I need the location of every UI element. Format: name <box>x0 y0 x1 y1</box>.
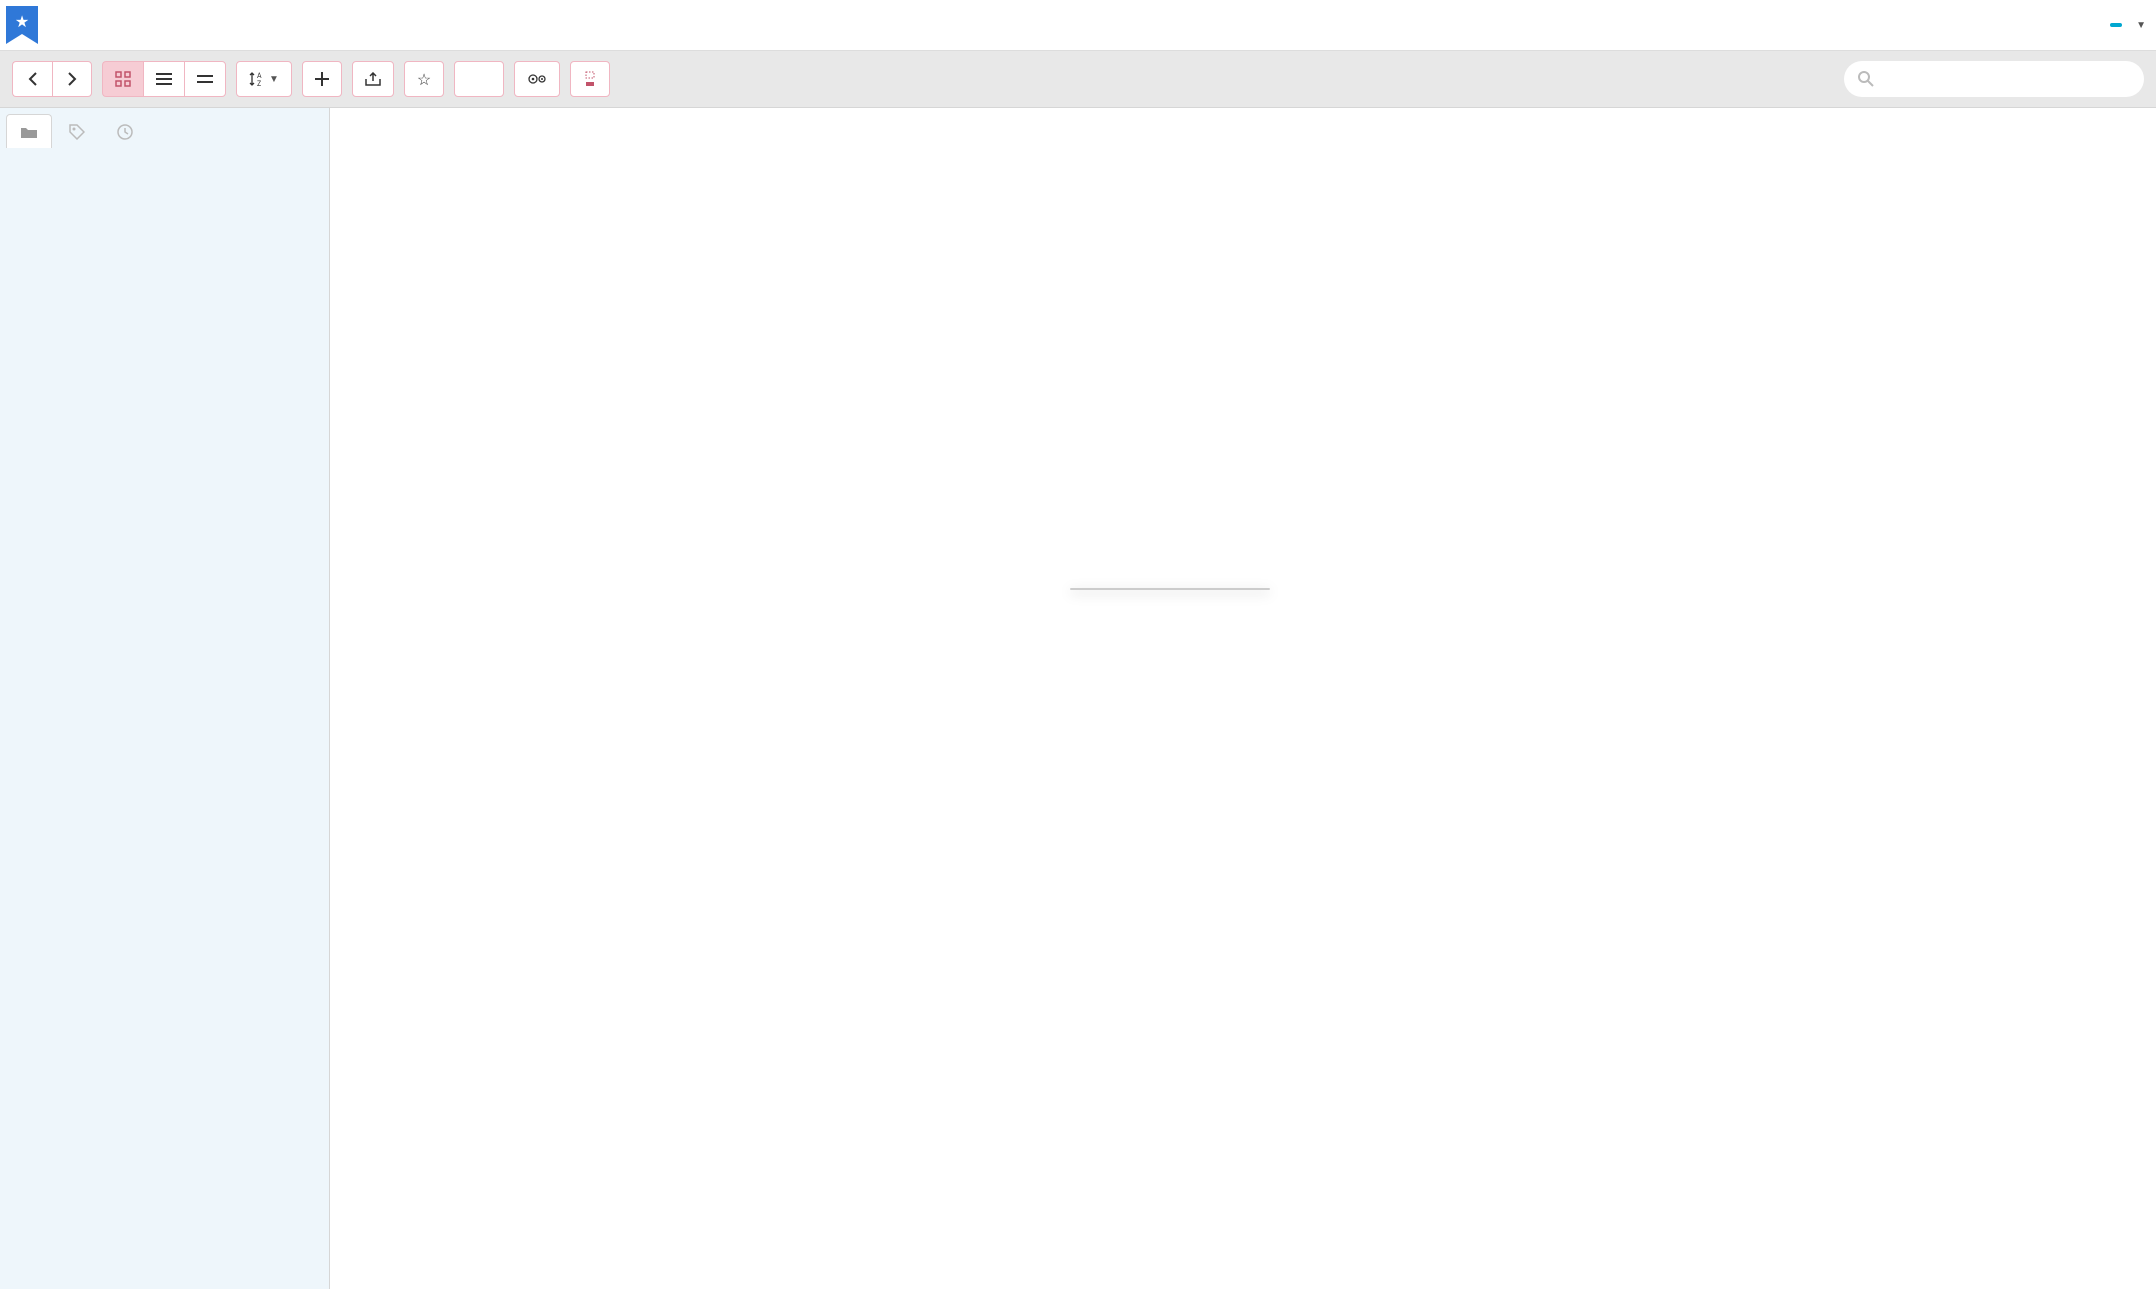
tag-icon <box>69 124 85 140</box>
sidebar-tab-tags[interactable] <box>54 114 100 148</box>
caret-down-icon: ▼ <box>2136 20 2146 31</box>
back-button[interactable] <box>12 61 52 97</box>
content-area[interactable] <box>330 108 2156 1289</box>
sidebar-tab-folders[interactable] <box>6 114 52 148</box>
plus-icon <box>315 72 329 86</box>
toolbar: AZ ▼ ☆ <box>0 51 2156 108</box>
add-button[interactable] <box>302 61 342 97</box>
grid-icon <box>115 71 131 87</box>
sort-button[interactable]: AZ ▼ <box>236 61 292 97</box>
sidebar <box>0 108 330 1289</box>
chevron-left-icon <box>28 72 38 86</box>
chevron-right-icon <box>67 72 77 86</box>
caret-down-icon: ▼ <box>269 74 279 85</box>
compact-icon <box>197 74 213 84</box>
sort-az-icon: AZ <box>249 71 265 87</box>
compact-view-button[interactable] <box>184 61 226 97</box>
star-icon: ☆ <box>417 70 431 89</box>
sidebar-tab-recent[interactable] <box>102 114 148 148</box>
sidebar-tabs <box>0 108 329 148</box>
user-menu[interactable]: ▼ <box>2110 20 2146 31</box>
app-header: ★ ▼ <box>0 0 2156 51</box>
view-group <box>102 61 226 97</box>
pro-badge <box>2110 23 2122 27</box>
app-logo[interactable]: ★ <box>6 6 46 44</box>
context-menu <box>1070 588 1270 590</box>
filter-all-button[interactable] <box>454 61 504 97</box>
search-input[interactable] <box>1882 71 2130 88</box>
list-view-button[interactable] <box>143 61 184 97</box>
gears-icon <box>527 72 547 86</box>
folder-icon <box>20 125 38 139</box>
nav-group <box>12 61 92 97</box>
forward-button[interactable] <box>52 61 92 97</box>
bookmark-star-icon: ★ <box>6 6 38 44</box>
share-button[interactable] <box>352 61 394 97</box>
main <box>0 108 2156 1289</box>
clock-icon <box>117 124 133 140</box>
search-box[interactable] <box>1844 61 2144 97</box>
search-icon <box>1858 71 1874 87</box>
select-icon <box>583 71 597 87</box>
list-icon <box>156 72 172 86</box>
folder-tree <box>0 148 329 1289</box>
settings-button[interactable] <box>514 61 560 97</box>
grid-view-button[interactable] <box>102 61 143 97</box>
svg-text:Z: Z <box>257 80 261 87</box>
svg-text:A: A <box>257 72 262 80</box>
share-icon <box>365 72 381 86</box>
select-mode-button[interactable] <box>570 61 610 97</box>
favorite-button[interactable]: ☆ <box>404 61 444 97</box>
